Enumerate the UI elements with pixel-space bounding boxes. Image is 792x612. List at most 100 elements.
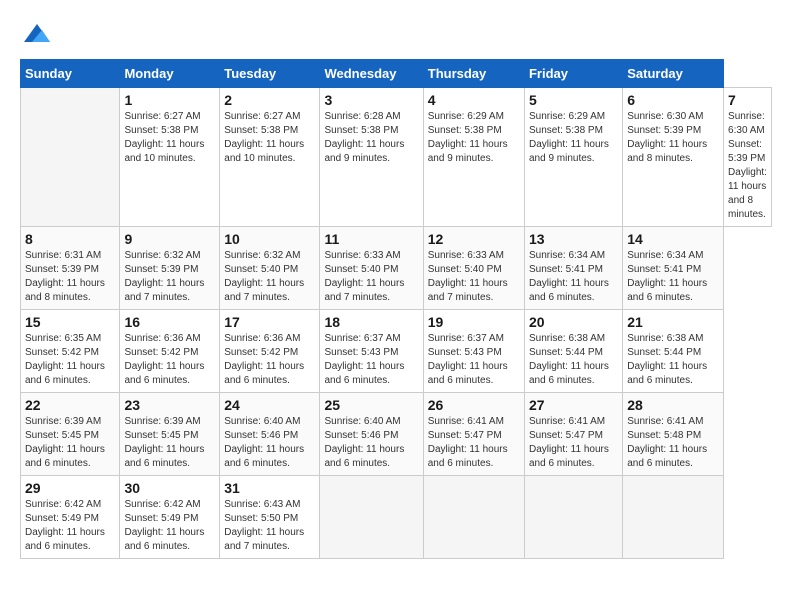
day-number: 26 [428,397,520,413]
day-number: 7 [728,92,767,108]
day-detail: Sunrise: 6:39 AM Sunset: 5:45 PM Dayligh… [25,415,115,471]
page-header [20,20,772,49]
calendar-table: SundayMondayTuesdayWednesdayThursdayFrid… [20,59,772,559]
calendar-cell: 6 Sunrise: 6:30 AM Sunset: 5:39 PM Daylig… [623,88,724,227]
day-detail: Sunrise: 6:28 AM Sunset: 5:38 PM Dayligh… [324,110,418,166]
calendar-cell [524,476,622,559]
day-number: 9 [124,231,215,247]
logo [20,20,52,49]
calendar-cell: 12 Sunrise: 6:33 AM Sunset: 5:40 PM Dayli… [423,227,524,310]
calendar-cell: 1 Sunrise: 6:27 AM Sunset: 5:38 PM Daylig… [120,88,220,227]
day-number: 25 [324,397,418,413]
calendar-cell: 17 Sunrise: 6:36 AM Sunset: 5:42 PM Dayli… [220,310,320,393]
day-number: 5 [529,92,618,108]
calendar-cell: 20Sunrise: 6:38 AM Sunset: 5:44 PM Dayli… [524,310,622,393]
day-number: 20 [529,314,618,330]
day-detail: Sunrise: 6:41 AM Sunset: 5:47 PM Dayligh… [529,415,618,471]
day-detail: Sunrise: 6:29 AM Sunset: 5:38 PM Dayligh… [428,110,520,166]
calendar-cell: 8 Sunrise: 6:31 AM Sunset: 5:39 PM Daylig… [21,227,120,310]
calendar-cell: 4 Sunrise: 6:29 AM Sunset: 5:38 PM Daylig… [423,88,524,227]
day-detail: Sunrise: 6:40 AM Sunset: 5:46 PM Dayligh… [324,415,418,471]
day-detail: Sunrise: 6:30 AM Sunset: 5:39 PM Dayligh… [627,110,719,166]
day-detail: Sunrise: 6:32 AM Sunset: 5:40 PM Dayligh… [224,249,315,305]
day-number: 8 [25,231,115,247]
day-detail: Sunrise: 6:34 AM Sunset: 5:41 PM Dayligh… [627,249,719,305]
day-number: 16 [124,314,215,330]
day-detail: Sunrise: 6:29 AM Sunset: 5:38 PM Dayligh… [529,110,618,166]
day-detail: Sunrise: 6:33 AM Sunset: 5:40 PM Dayligh… [428,249,520,305]
calendar-cell [21,88,120,227]
day-number: 1 [124,92,215,108]
day-number: 12 [428,231,520,247]
calendar-cell: 7 Sunrise: 6:30 AM Sunset: 5:39 PM Daylig… [724,88,772,227]
calendar-cell: 26 Sunrise: 6:41 AM Sunset: 5:47 PM Dayli… [423,393,524,476]
col-header-thursday: Thursday [423,60,524,88]
logo-icon [22,20,52,44]
day-number: 14 [627,231,719,247]
day-number: 21 [627,314,719,330]
col-header-friday: Friday [524,60,622,88]
day-detail: Sunrise: 6:42 AM Sunset: 5:49 PM Dayligh… [25,498,115,554]
col-header-saturday: Saturday [623,60,724,88]
day-detail: Sunrise: 6:36 AM Sunset: 5:42 PM Dayligh… [124,332,215,388]
day-number: 6 [627,92,719,108]
calendar-cell: 30 Sunrise: 6:42 AM Sunset: 5:49 PM Dayli… [120,476,220,559]
calendar-cell: 31 Sunrise: 6:43 AM Sunset: 5:50 PM Dayli… [220,476,320,559]
calendar-cell [423,476,524,559]
calendar-cell: 29 Sunrise: 6:42 AM Sunset: 5:49 PM Dayli… [21,476,120,559]
col-header-sunday: Sunday [21,60,120,88]
calendar-cell: 13 Sunrise: 6:34 AM Sunset: 5:41 PM Dayli… [524,227,622,310]
calendar-cell: 24 Sunrise: 6:40 AM Sunset: 5:46 PM Dayli… [220,393,320,476]
day-number: 11 [324,231,418,247]
calendar-cell: 27Sunrise: 6:41 AM Sunset: 5:47 PM Dayli… [524,393,622,476]
day-number: 24 [224,397,315,413]
day-detail: Sunrise: 6:36 AM Sunset: 5:42 PM Dayligh… [224,332,315,388]
col-header-tuesday: Tuesday [220,60,320,88]
calendar-cell: 2Sunrise: 6:27 AM Sunset: 5:38 PM Daylig… [220,88,320,227]
day-detail: Sunrise: 6:33 AM Sunset: 5:40 PM Dayligh… [324,249,418,305]
calendar-cell: 5 Sunrise: 6:29 AM Sunset: 5:38 PM Daylig… [524,88,622,227]
day-detail: Sunrise: 6:27 AM Sunset: 5:38 PM Dayligh… [124,110,215,166]
day-number: 30 [124,480,215,496]
day-detail: Sunrise: 6:40 AM Sunset: 5:46 PM Dayligh… [224,415,315,471]
day-number: 28 [627,397,719,413]
calendar-cell: 19Sunrise: 6:37 AM Sunset: 5:43 PM Dayli… [423,310,524,393]
calendar-cell: 16 Sunrise: 6:36 AM Sunset: 5:42 PM Dayli… [120,310,220,393]
day-number: 4 [428,92,520,108]
day-detail: Sunrise: 6:37 AM Sunset: 5:43 PM Dayligh… [324,332,418,388]
day-detail: Sunrise: 6:41 AM Sunset: 5:47 PM Dayligh… [428,415,520,471]
calendar-cell: 10 Sunrise: 6:32 AM Sunset: 5:40 PM Dayli… [220,227,320,310]
day-detail: Sunrise: 6:34 AM Sunset: 5:41 PM Dayligh… [529,249,618,305]
day-number: 29 [25,480,115,496]
calendar-cell: 28 Sunrise: 6:41 AM Sunset: 5:48 PM Dayli… [623,393,724,476]
day-detail: Sunrise: 6:35 AM Sunset: 5:42 PM Dayligh… [25,332,115,388]
day-number: 17 [224,314,315,330]
day-detail: Sunrise: 6:31 AM Sunset: 5:39 PM Dayligh… [25,249,115,305]
day-number: 10 [224,231,315,247]
calendar-cell: 14 Sunrise: 6:34 AM Sunset: 5:41 PM Dayli… [623,227,724,310]
day-detail: Sunrise: 6:43 AM Sunset: 5:50 PM Dayligh… [224,498,315,554]
calendar-cell: 9Sunrise: 6:32 AM Sunset: 5:39 PM Daylig… [120,227,220,310]
calendar-cell: 15Sunrise: 6:35 AM Sunset: 5:42 PM Dayli… [21,310,120,393]
day-number: 23 [124,397,215,413]
calendar-cell [623,476,724,559]
day-detail: Sunrise: 6:38 AM Sunset: 5:44 PM Dayligh… [627,332,719,388]
day-detail: Sunrise: 6:30 AM Sunset: 5:39 PM Dayligh… [728,110,767,222]
day-number: 31 [224,480,315,496]
calendar-cell: 25 Sunrise: 6:40 AM Sunset: 5:46 PM Dayli… [320,393,423,476]
day-detail: Sunrise: 6:39 AM Sunset: 5:45 PM Dayligh… [124,415,215,471]
calendar-cell: 22Sunrise: 6:39 AM Sunset: 5:45 PM Dayli… [21,393,120,476]
day-detail: Sunrise: 6:41 AM Sunset: 5:48 PM Dayligh… [627,415,719,471]
logo-text [20,20,52,49]
day-detail: Sunrise: 6:42 AM Sunset: 5:49 PM Dayligh… [124,498,215,554]
calendar-cell: 18Sunrise: 6:37 AM Sunset: 5:43 PM Dayli… [320,310,423,393]
calendar-cell: 21 Sunrise: 6:38 AM Sunset: 5:44 PM Dayli… [623,310,724,393]
day-number: 13 [529,231,618,247]
col-header-monday: Monday [120,60,220,88]
day-number: 19 [428,314,520,330]
day-number: 2 [224,92,315,108]
day-number: 3 [324,92,418,108]
calendar-cell: 23 Sunrise: 6:39 AM Sunset: 5:45 PM Dayli… [120,393,220,476]
calendar-cell [320,476,423,559]
calendar-cell: 11 Sunrise: 6:33 AM Sunset: 5:40 PM Dayli… [320,227,423,310]
